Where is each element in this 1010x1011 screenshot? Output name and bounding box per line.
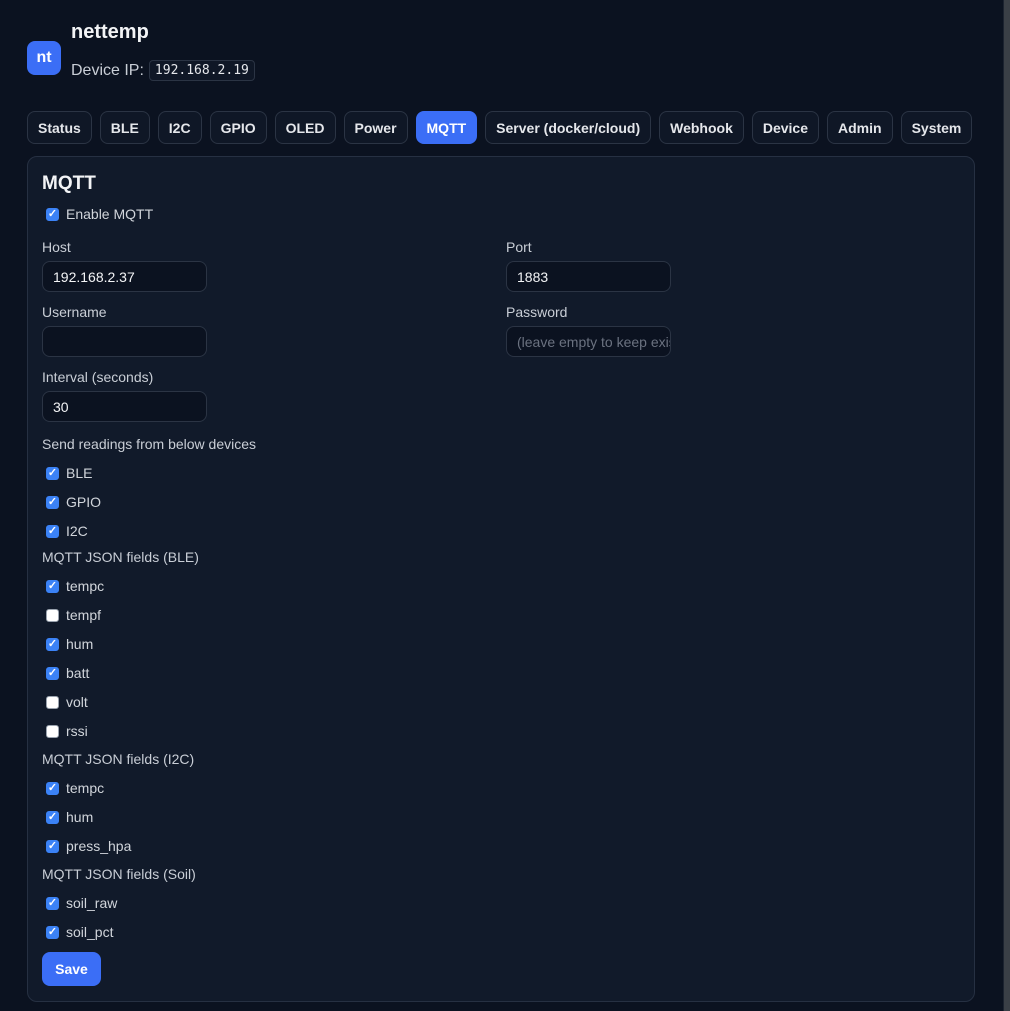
interval-label: Interval (seconds) (42, 369, 154, 385)
i2c-field-tempc-checkbox[interactable]: ✓ tempc (46, 780, 104, 796)
i2c-field-label: press_hpa (66, 838, 132, 854)
device-ble-checkbox[interactable]: ✓ BLE (46, 465, 92, 481)
tab-ble[interactable]: BLE (99, 111, 150, 144)
check-icon[interactable]: ✓ (46, 810, 59, 824)
soil-field-label: soil_raw (66, 895, 118, 911)
enable-mqtt-label: Enable MQTT (66, 206, 154, 222)
ble-field-label: tempc (66, 578, 105, 594)
tab-oled[interactable]: OLED (274, 111, 336, 144)
enable-mqtt-checkbox[interactable]: ✓ Enable MQTT (46, 206, 153, 222)
device-ip-row: Device IP: 192.168.2.19 (71, 60, 255, 81)
tab-device[interactable]: Device (751, 111, 820, 144)
ble-field-tempf-checkbox[interactable]: ✓ tempf (46, 607, 101, 623)
soil-field-soil-pct-checkbox[interactable]: ✓ soil_pct (46, 924, 113, 940)
check-icon[interactable]: ✓ (46, 637, 59, 651)
soil-field-soil-raw-checkbox[interactable]: ✓ soil_raw (46, 895, 117, 911)
app-logo: nt (27, 41, 61, 75)
i2c-field-hum-checkbox[interactable]: ✓ hum (46, 809, 93, 825)
device-label: I2C (66, 523, 88, 539)
ble-field-volt-checkbox[interactable]: ✓ volt (46, 694, 88, 710)
ble-field-label: tempf (66, 607, 102, 623)
password-input[interactable]: (leave empty to keep existing) (506, 326, 671, 357)
device-label: BLE (66, 465, 93, 481)
device-ip-label: Device IP: (71, 61, 144, 79)
check-icon[interactable]: ✓ (46, 608, 59, 622)
section-title: MQTT (42, 173, 96, 194)
ble-fields-heading: MQTT JSON fields (BLE) (42, 549, 199, 565)
ble-field-batt-checkbox[interactable]: ✓ batt (46, 665, 89, 681)
tab-mqtt[interactable]: MQTT (415, 111, 478, 144)
tab-system[interactable]: System (900, 111, 973, 144)
ble-field-label: hum (66, 636, 94, 652)
check-icon[interactable]: ✓ (46, 839, 59, 853)
check-icon[interactable]: ✓ (46, 896, 59, 910)
ble-field-label: volt (66, 694, 88, 710)
device-label: GPIO (66, 494, 102, 510)
tab-bar: Status BLE I2C GPIO OLED Power MQTT Server (doc… (27, 111, 980, 144)
check-icon[interactable]: ✓ (46, 781, 59, 795)
soil-field-label: soil_pct (66, 924, 114, 940)
tab-webhook[interactable]: Webhook (659, 111, 744, 144)
password-label: Password (506, 304, 568, 320)
check-icon[interactable]: ✓ (46, 695, 59, 709)
i2c-field-press-hpa-checkbox[interactable]: ✓ press_hpa (46, 838, 131, 854)
mqtt-panel: MQTT ✓ Enable MQTT Host 192.168.2.37 Por… (27, 156, 975, 1002)
soil-fields-heading: MQTT JSON fields (Soil) (42, 866, 196, 882)
app-title: nettemp (71, 21, 149, 43)
tab-power[interactable]: Power (343, 111, 408, 144)
username-label: Username (42, 304, 107, 320)
i2c-fields-heading: MQTT JSON fields (I2C) (42, 751, 195, 767)
check-icon[interactable]: ✓ (46, 579, 59, 593)
device-gpio-checkbox[interactable]: ✓ GPIO (46, 494, 101, 510)
tab-admin[interactable]: Admin (827, 111, 893, 144)
interval-input[interactable]: 30 (42, 391, 207, 422)
check-icon[interactable]: ✓ (46, 466, 59, 480)
host-input[interactable]: 192.168.2.37 (42, 261, 207, 292)
check-icon[interactable]: ✓ (46, 925, 59, 939)
i2c-field-label: hum (66, 809, 94, 825)
check-icon[interactable]: ✓ (46, 495, 59, 509)
device-ip-value: 192.168.2.19 (148, 60, 255, 81)
tab-status[interactable]: Status (27, 111, 92, 144)
window-scrollbar[interactable] (1004, 0, 1010, 1011)
i2c-field-label: tempc (66, 780, 105, 796)
tab-i2c[interactable]: I2C (157, 111, 202, 144)
username-input[interactable] (42, 326, 207, 357)
devices-heading: Send readings from below devices (42, 436, 257, 452)
ble-field-rssi-checkbox[interactable]: ✓ rssi (46, 723, 88, 739)
check-icon[interactable]: ✓ (46, 524, 59, 538)
port-label: Port (506, 239, 532, 255)
device-i2c-checkbox[interactable]: ✓ I2C (46, 523, 88, 539)
tab-server-docker-cloud[interactable]: Server (docker/cloud) (485, 111, 652, 144)
check-icon[interactable]: ✓ (46, 207, 59, 221)
check-icon[interactable]: ✓ (46, 724, 59, 738)
host-label: Host (42, 239, 71, 255)
ble-field-tempc-checkbox[interactable]: ✓ tempc (46, 578, 104, 594)
ble-field-label: rssi (66, 723, 88, 739)
ble-field-label: batt (66, 665, 90, 681)
port-input[interactable]: 1883 (506, 261, 671, 292)
check-icon[interactable]: ✓ (46, 666, 59, 680)
save-button[interactable]: Save (42, 952, 101, 986)
tab-gpio[interactable]: GPIO (209, 111, 267, 144)
ble-field-hum-checkbox[interactable]: ✓ hum (46, 636, 93, 652)
